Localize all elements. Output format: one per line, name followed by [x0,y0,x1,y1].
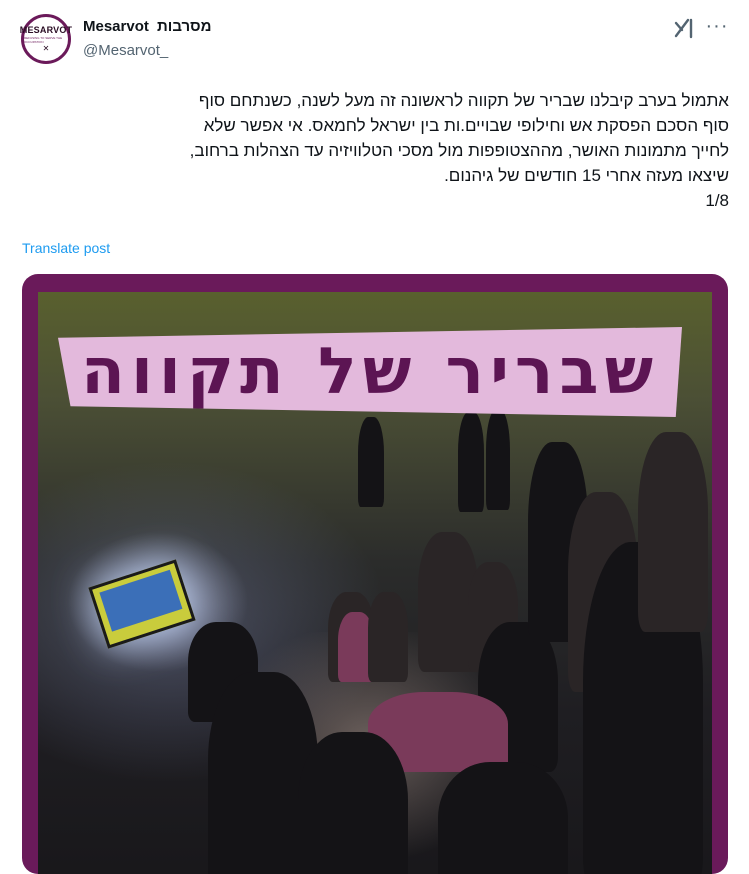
avatar[interactable]: MESARVOT REFUSING TO SERVE THE OCCUPATIO… [19,14,73,64]
tv-display [99,569,183,632]
crowd-figure [358,417,384,507]
banner-title: שבריר של תקווה [80,335,660,409]
tv-screen [88,559,196,649]
author-handle[interactable]: @Mesarvot_ [83,42,168,59]
author-name-he[interactable]: מסרבות [157,18,211,35]
more-icon[interactable]: ··· [705,16,729,40]
crowd-figure [638,432,708,632]
post-line: לחייך מתמונות האושר, מההצטופפות מול מסכי… [189,141,729,160]
post-line: שיצאו מעזה אחרי 15 חודשים של גיהנום. [444,166,729,185]
crowd-figure [458,412,484,512]
post-thread-counter: 1/8 [705,191,729,210]
crowd-figure [298,732,408,874]
post-media[interactable]: שבריר של תקווה [22,274,728,874]
grok-icon[interactable] [671,15,697,41]
avatar-logo-text: MESARVOT [19,25,73,35]
post-line: סוף הסכם הפסקת אש וחילופי שבויים.ות בין … [203,116,729,135]
crowd-figure [438,762,568,874]
post-line: אתמול בערב קיבלנו שבריר של תקווה לראשונה… [198,91,729,110]
media-banner: שבריר של תקווה [58,327,682,417]
post-text: אתמול בערב קיבלנו שבריר של תקווה לראשונה… [22,88,729,213]
avatar-logo-mark: ✕ [42,44,50,53]
translate-post-link[interactable]: Translate post [22,240,110,256]
author-name[interactable]: Mesarvot מסרבות [83,18,216,35]
crowd-figure [368,592,408,682]
crowd-figure [486,410,510,510]
media-photo: שבריר של תקווה [38,292,712,874]
avatar-logo-subtext: REFUSING TO SERVE THE OCCUPATION [24,36,63,44]
author-name-en[interactable]: Mesarvot [83,18,149,35]
